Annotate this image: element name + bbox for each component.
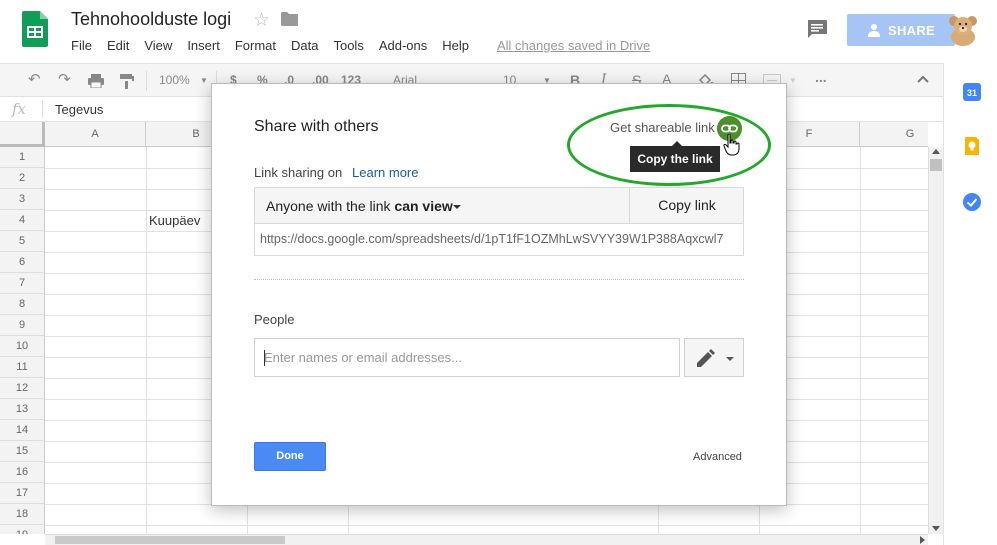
star-icon[interactable]: ☆: [253, 9, 270, 32]
row-header[interactable]: 9: [0, 315, 45, 336]
zoom-select[interactable]: 100%: [159, 73, 190, 87]
tasks-icon[interactable]: [963, 193, 981, 211]
row-header[interactable]: 14: [0, 420, 45, 441]
people-input-placeholder: Enter names or email addresses...: [264, 350, 462, 365]
menu-bar: File Edit View Insert Format Data Tools …: [71, 38, 484, 53]
collapse-toolbar-icon[interactable]: [917, 75, 929, 83]
row-header[interactable]: 4: [0, 210, 45, 231]
cell-b4[interactable]: Kuupäev: [149, 213, 200, 228]
menu-help[interactable]: Help: [442, 38, 469, 53]
app-header: Tehnohoolduste logi ☆ File Edit View Ins…: [0, 0, 997, 63]
more-tools-button[interactable]: ...: [815, 69, 827, 85]
share-url-field[interactable]: https://docs.google.com/spreadsheets/d/1…: [254, 224, 744, 256]
calendar-icon[interactable]: 31: [963, 83, 981, 101]
save-status-link[interactable]: All changes saved in Drive: [497, 38, 650, 53]
link-sharing-status: Link sharing on: [254, 165, 343, 180]
menu-data[interactable]: Data: [291, 38, 318, 53]
people-input[interactable]: Enter names or email addresses...: [254, 338, 680, 377]
row-header[interactable]: 5: [0, 231, 45, 252]
access-level: can view: [394, 198, 453, 214]
get-shareable-link[interactable]: Get shareable link: [610, 120, 715, 135]
menu-format[interactable]: Format: [235, 38, 276, 53]
share-dialog: Share with others Get shareable link Cop…: [211, 83, 787, 506]
hand-cursor-icon: [723, 134, 740, 156]
row-header[interactable]: 18: [0, 504, 45, 525]
menu-tools[interactable]: Tools: [333, 38, 363, 53]
row-header[interactable]: 12: [0, 378, 45, 399]
row-header[interactable]: 8: [0, 294, 45, 315]
link-access-box: Anyone with the link can view Copy link: [254, 187, 744, 224]
pencil-icon: [697, 349, 715, 367]
formula-input[interactable]: Tegevus: [55, 102, 103, 117]
link-access-select[interactable]: Anyone with the link can view: [266, 198, 453, 214]
column-header-g[interactable]: G: [860, 122, 928, 147]
row-header[interactable]: 11: [0, 357, 45, 378]
fx-icon: fx: [12, 100, 27, 118]
redo-icon[interactable]: ↷: [58, 70, 71, 88]
row-header[interactable]: 10: [0, 336, 45, 357]
user-avatar[interactable]: [946, 13, 980, 47]
folder-icon[interactable]: [281, 12, 298, 26]
person-lock-icon: [867, 24, 880, 37]
scroll-up-icon[interactable]: [932, 149, 940, 154]
zoom-dropdown-icon[interactable]: ▼: [200, 76, 208, 85]
side-panel: 31: [943, 63, 997, 545]
sheets-logo-icon[interactable]: [22, 11, 48, 47]
copy-link-button[interactable]: Copy link: [629, 188, 744, 223]
grid-line: [146, 147, 147, 534]
row-header[interactable]: 19: [0, 525, 45, 534]
row-header[interactable]: 1: [0, 147, 45, 168]
document-title[interactable]: Tehnohoolduste logi: [71, 9, 231, 30]
chevron-down-icon: [726, 357, 734, 361]
people-label: People: [254, 312, 295, 327]
row-header[interactable]: 6: [0, 252, 45, 273]
column-header-a[interactable]: A: [45, 122, 146, 147]
dialog-title: Share with others: [254, 118, 379, 135]
select-all-corner[interactable]: [0, 122, 45, 147]
row-header[interactable]: 2: [0, 168, 45, 189]
vertical-scroll-thumb[interactable]: [930, 159, 942, 171]
menu-edit[interactable]: Edit: [107, 38, 129, 53]
permission-dropdown-button[interactable]: [684, 338, 744, 377]
grid-line: [860, 147, 861, 534]
grid-line: [45, 525, 928, 526]
access-prefix: Anyone with the link: [266, 198, 391, 214]
advanced-link[interactable]: Advanced: [693, 451, 742, 463]
copy-link-tooltip: Copy the link: [630, 141, 720, 172]
row-header[interactable]: 16: [0, 462, 45, 483]
row-header[interactable]: 13: [0, 399, 45, 420]
done-button[interactable]: Done: [254, 442, 326, 471]
menu-file[interactable]: File: [71, 38, 92, 53]
vertical-scrollbar[interactable]: [928, 147, 943, 534]
row-header[interactable]: 17: [0, 483, 45, 504]
menu-view[interactable]: View: [144, 38, 172, 53]
keep-icon[interactable]: [963, 137, 981, 155]
formula-divider: [42, 100, 43, 118]
row-header[interactable]: 3: [0, 189, 45, 210]
horizontal-scrollbar[interactable]: [45, 534, 928, 545]
undo-icon[interactable]: ↶: [28, 70, 41, 88]
row-header[interactable]: 7: [0, 273, 45, 294]
horizontal-scroll-thumb[interactable]: [55, 536, 285, 544]
comments-icon[interactable]: [807, 20, 827, 39]
print-icon[interactable]: [88, 74, 104, 88]
scroll-down-icon[interactable]: [932, 526, 940, 531]
merge-dropdown-icon[interactable]: ▼: [789, 76, 797, 85]
paint-format-icon[interactable]: [120, 74, 134, 89]
scroll-right-icon[interactable]: [920, 536, 925, 544]
learn-more-link[interactable]: Learn more: [352, 165, 418, 180]
text-caret: [264, 350, 265, 366]
row-header[interactable]: 15: [0, 441, 45, 462]
menu-addons[interactable]: Add-ons: [379, 38, 427, 53]
menu-insert[interactable]: Insert: [187, 38, 220, 53]
share-button[interactable]: SHARE: [847, 14, 955, 46]
chevron-down-icon[interactable]: [453, 205, 461, 209]
section-divider: [254, 279, 744, 280]
share-button-label: SHARE: [887, 22, 935, 38]
toolbar-divider: [146, 71, 147, 91]
